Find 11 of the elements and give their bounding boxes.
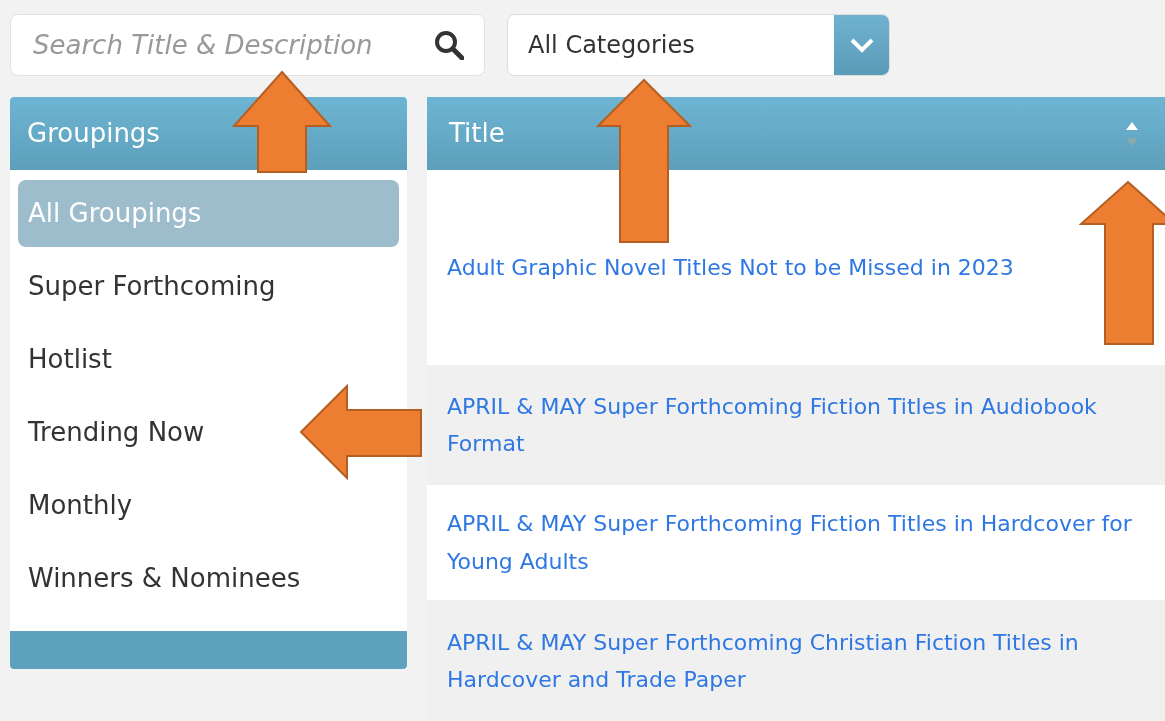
title-link[interactable]: APRIL & MAY Super Forthcoming Fiction Titles in Hardcover for Young Adults (447, 505, 1145, 580)
grouping-item[interactable]: Winners & Nominees (18, 545, 311, 612)
grouping-item[interactable]: Hotlist (18, 326, 122, 393)
search-bar[interactable]: Search Title & Description (10, 14, 485, 76)
grouping-item[interactable]: Monthly (18, 472, 143, 539)
chevron-down-icon (848, 37, 875, 53)
grouping-item[interactable]: Trending Now (18, 399, 215, 466)
title-link[interactable]: Adult Graphic Novel Titles Not to be Missed in 2023 (447, 248, 1014, 287)
grouping-item[interactable]: Super Forthcoming (18, 253, 286, 320)
search-icon[interactable] (434, 30, 464, 60)
category-dropdown[interactable]: All Categories (507, 14, 890, 76)
